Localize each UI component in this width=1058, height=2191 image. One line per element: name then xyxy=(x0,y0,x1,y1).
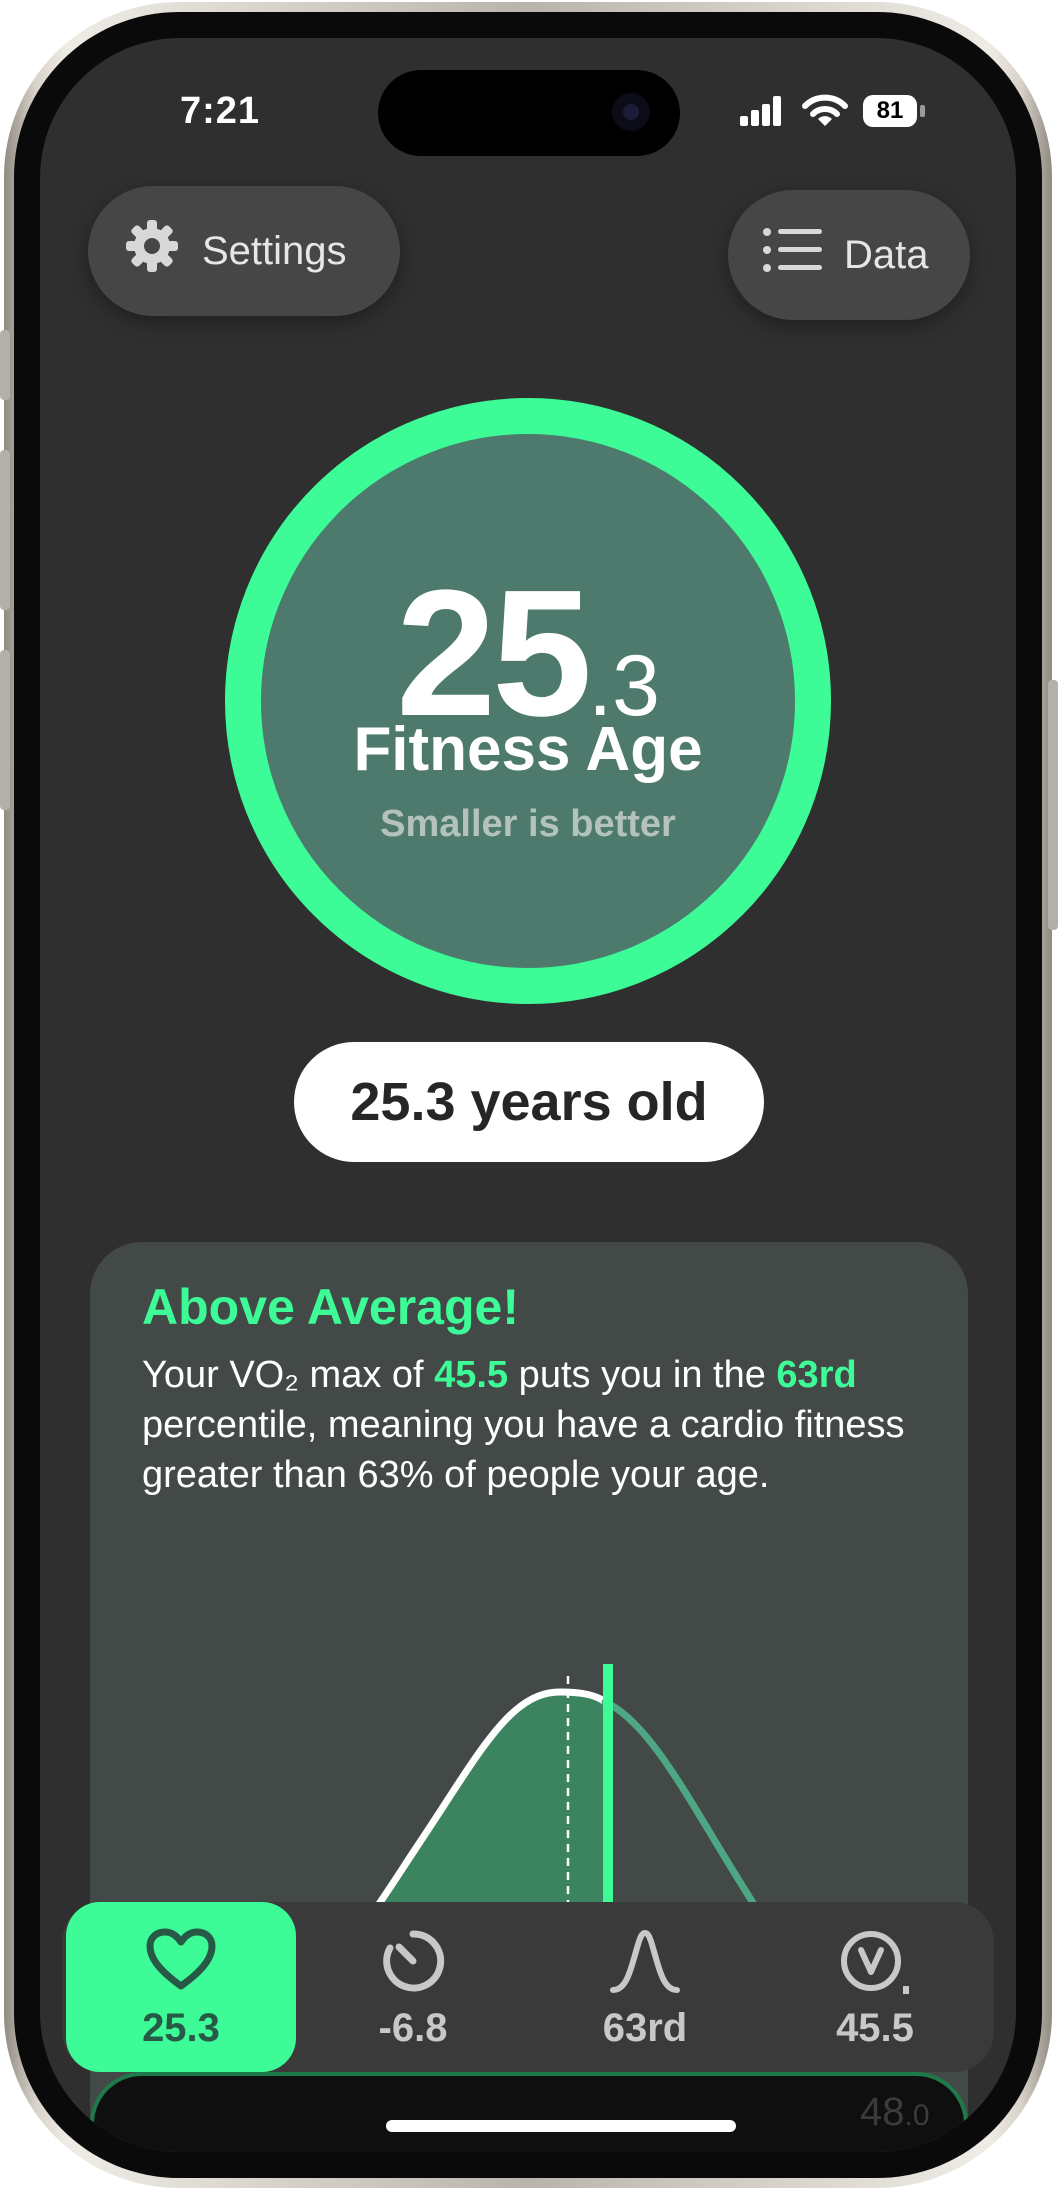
settings-button[interactable]: Settings xyxy=(88,186,400,316)
home-indicator[interactable] xyxy=(386,2120,736,2132)
next-card-peek xyxy=(90,2072,968,2152)
tab-percentile-value: 63rd xyxy=(602,2006,688,2050)
bell-curve-icon xyxy=(530,1928,760,1998)
card-title: Above Average! xyxy=(142,1279,519,1335)
card-description: Your VO₂ max of 45.5 puts you in the 63r… xyxy=(142,1350,942,1500)
peek-value-decimal: .0 xyxy=(904,2099,930,2132)
data-label: Data xyxy=(844,232,929,277)
settings-label: Settings xyxy=(202,228,347,273)
tab-age-difference[interactable]: -6.8 xyxy=(298,1902,528,2072)
list-icon xyxy=(762,227,824,283)
heart-icon xyxy=(66,1928,296,1998)
card-text-3: percentile, meaning you have a cardio fi… xyxy=(142,1404,905,1496)
bottom-tab-bar: 25.3 -6.8 63rd 45.5 xyxy=(62,1902,994,2072)
data-button[interactable]: Data xyxy=(728,190,970,320)
tab-vo2-max[interactable]: 45.5 xyxy=(760,1902,990,2072)
percentile-value: 63rd xyxy=(776,1354,857,1396)
timer-icon xyxy=(298,1928,528,1998)
tab-fitness-age-value: 25.3 xyxy=(142,2006,220,2050)
fitness-age-subtitle: Smaller is better xyxy=(380,803,676,845)
front-camera-lens xyxy=(623,104,639,120)
vo2-icon xyxy=(760,1928,990,1998)
battery-cap xyxy=(920,105,925,117)
peek-value: 48.0 xyxy=(860,2090,930,2135)
cellular-signal-icon xyxy=(740,96,782,126)
wifi-icon xyxy=(802,94,848,126)
vo2-value: 45.5 xyxy=(434,1354,509,1396)
peek-value-integer: 48 xyxy=(860,2090,905,2134)
card-text-1: Your VO₂ max of xyxy=(142,1354,435,1396)
tab-age-difference-value: -6.8 xyxy=(378,2006,448,2050)
tab-fitness-age[interactable]: 25.3 xyxy=(66,1902,296,2072)
app-screen: 7:21 81 Settings Data 25.3 Fitness Age S… xyxy=(40,38,1016,2152)
gear-icon xyxy=(122,216,182,286)
power-button xyxy=(1048,680,1058,930)
volume-up-button xyxy=(0,450,10,610)
card-text-2: puts you in the xyxy=(508,1354,777,1396)
years-old-badge: 25.3 years old xyxy=(294,1042,764,1162)
tab-percentile[interactable]: 63rd xyxy=(530,1902,760,2072)
status-time: 7:21 xyxy=(180,90,261,132)
fitness-age-label: Fitness Age xyxy=(353,715,703,784)
tab-vo2-max-value: 45.5 xyxy=(836,2006,914,2050)
action-button xyxy=(0,330,10,400)
battery-indicator: 81 xyxy=(863,95,917,127)
volume-down-button xyxy=(0,650,10,810)
